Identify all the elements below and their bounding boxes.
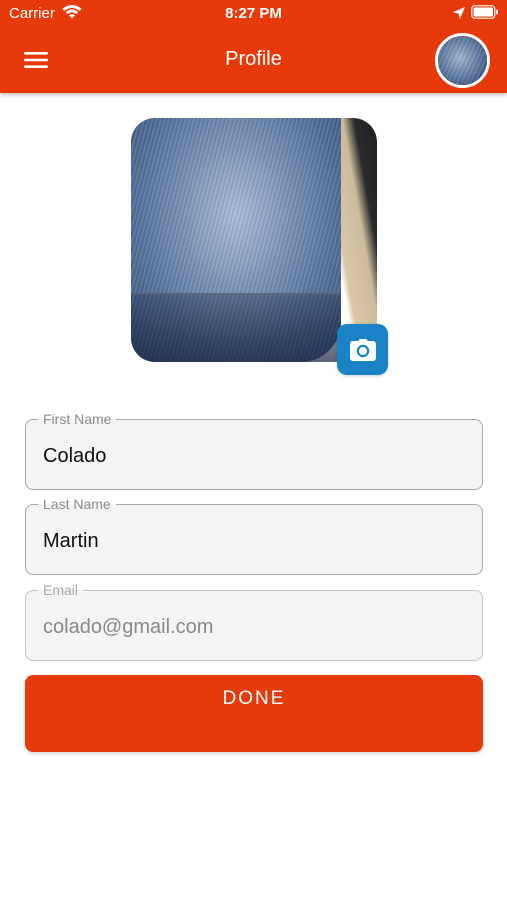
- app-header: Carrier 8:27 PM Profile: [0, 0, 507, 93]
- battery-icon: [471, 5, 498, 19]
- status-bar: Carrier 8:27 PM: [0, 0, 507, 28]
- status-time: 8:27 PM: [225, 5, 282, 22]
- profile-screen: Carrier 8:27 PM Profile First Name Colad…: [0, 0, 507, 900]
- page-title: Profile: [225, 48, 282, 70]
- email-label: Email: [38, 582, 84, 598]
- email-input[interactable]: [43, 615, 463, 639]
- last-name-input[interactable]: [43, 529, 463, 553]
- navigation-bar: Profile: [0, 28, 507, 93]
- done-button[interactable]: DONE: [25, 675, 483, 752]
- camera-icon: [349, 338, 376, 361]
- avatar-image: [438, 36, 487, 85]
- first-name-field: First Name: [25, 411, 483, 490]
- email-field: Email: [25, 582, 483, 661]
- first-name-input[interactable]: [43, 444, 463, 468]
- photo-detail: [131, 293, 341, 362]
- first-name-label: First Name: [38, 411, 117, 427]
- change-photo-button[interactable]: [337, 324, 388, 375]
- location-arrow-icon: [453, 7, 465, 19]
- avatar[interactable]: [435, 33, 490, 88]
- last-name-field: Last Name: [25, 496, 483, 575]
- last-name-label: Last Name: [38, 496, 116, 512]
